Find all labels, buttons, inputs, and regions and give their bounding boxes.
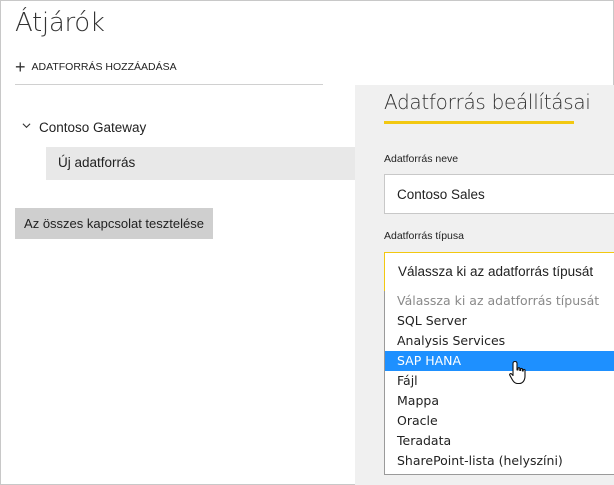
data-source-type-label: Adatforrás típusa [384, 230, 464, 242]
add-data-source-link[interactable]: + ADATFORRÁS HOZZÁADÁSA [15, 57, 177, 77]
dropdown-option-analysis-services[interactable]: Analysis Services [385, 331, 614, 351]
gateway-label: Contoso Gateway [39, 120, 147, 135]
add-data-source-label: ADATFORRÁS HOZZÁADÁSA [31, 61, 177, 73]
chevron-down-icon[interactable] [22, 121, 31, 130]
dropdown-option-teradata[interactable]: Teradata [385, 431, 614, 451]
settings-title: Adatforrás beállításai [384, 90, 591, 114]
dropdown-option-placeholder[interactable]: Válassza ki az adatforrás típusát [385, 291, 614, 311]
tree-item-gateway[interactable]: Contoso Gateway [22, 120, 146, 135]
data-source-name-input[interactable] [384, 174, 614, 214]
settings-title-underline [384, 121, 574, 124]
dropdown-option-file[interactable]: Fájl [385, 371, 614, 391]
plus-icon: + [15, 57, 26, 77]
dropdown-option-sap-hana[interactable]: SAP HANA [385, 351, 614, 371]
dropdown-option-sharepoint-list[interactable]: SharePoint-lista (helyszíni) [385, 451, 614, 471]
divider [15, 84, 323, 85]
data-source-type-dropdown: Válassza ki az adatforrás típusát SQL Se… [384, 291, 614, 475]
data-source-type-select[interactable]: Válassza ki az adatforrás típusát [384, 252, 614, 292]
dropdown-option-oracle[interactable]: Oracle [385, 411, 614, 431]
dropdown-option-folder[interactable]: Mappa [385, 391, 614, 411]
tree-item-new-data-source[interactable]: Új adatforrás [46, 147, 355, 180]
dropdown-option-sql-server[interactable]: SQL Server [385, 311, 614, 331]
page-title: Átjárók [15, 8, 105, 38]
test-all-connections-button[interactable]: Az összes kapcsolat tesztelése [15, 208, 213, 239]
data-source-name-label: Adatforrás neve [384, 153, 459, 165]
